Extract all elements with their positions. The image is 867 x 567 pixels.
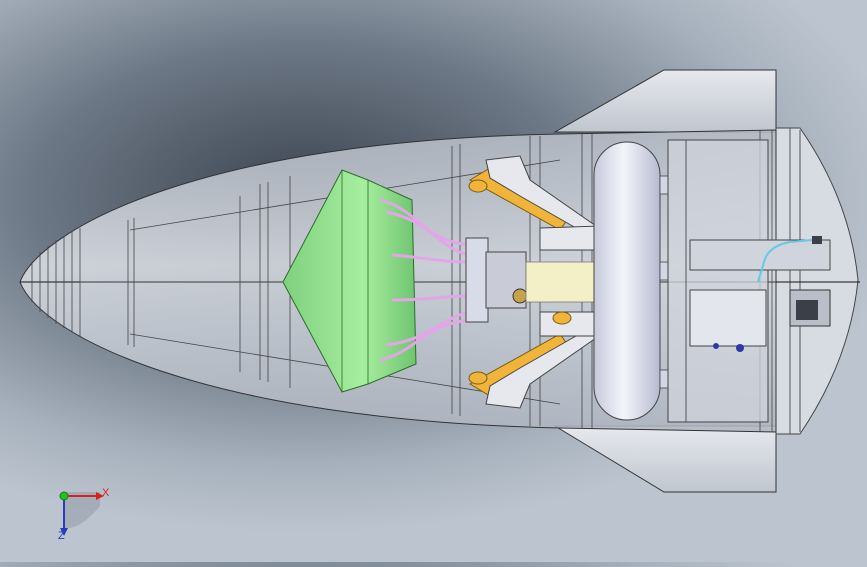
- drive-shaft: [525, 261, 597, 303]
- coordinate-triad: [40, 470, 130, 550]
- y-axis-dot: [59, 491, 69, 501]
- tail-cap: [775, 127, 859, 435]
- central-hub: [465, 237, 489, 323]
- hub-bolt: [512, 288, 528, 304]
- model-view[interactable]: [0, 0, 867, 562]
- graphics-viewport[interactable]: X Z: [0, 0, 867, 562]
- z-axis-label: Z: [58, 530, 65, 542]
- propellant-tank: [593, 141, 661, 421]
- fin-top: [553, 69, 777, 133]
- x-axis-label: X: [102, 487, 110, 499]
- electronics-box: [689, 289, 767, 347]
- equipment-bay: [667, 139, 769, 423]
- fin-bottom: [553, 425, 777, 493]
